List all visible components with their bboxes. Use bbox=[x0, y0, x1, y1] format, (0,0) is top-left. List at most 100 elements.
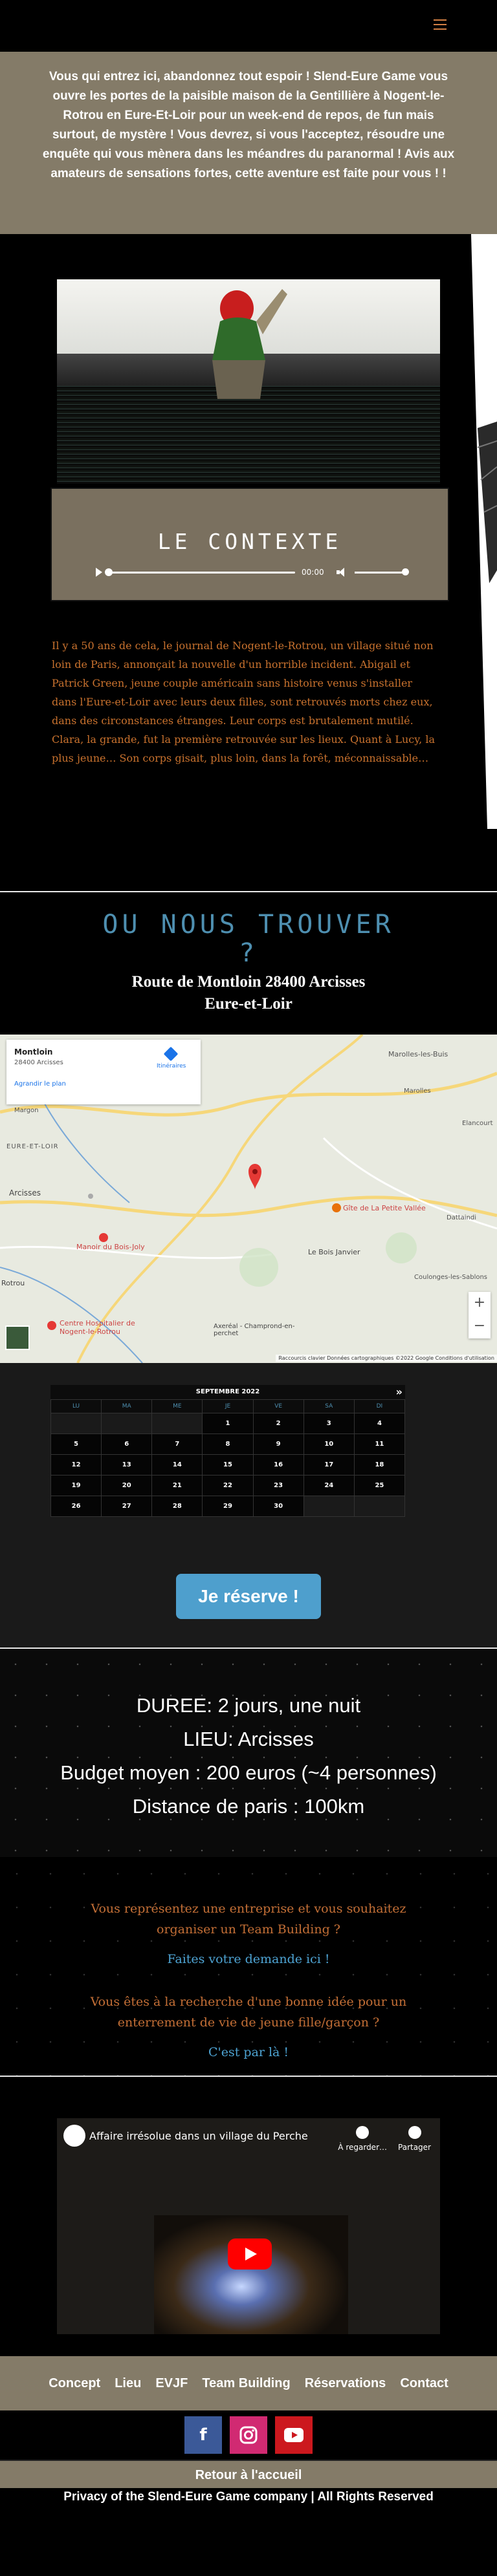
channel-logo-icon[interactable] bbox=[63, 2125, 85, 2147]
map-label-marolles: Marolles-les-Buis bbox=[388, 1050, 448, 1058]
share-button[interactable]: Partager bbox=[398, 2126, 431, 2152]
calendar-day[interactable]: 27 bbox=[101, 1496, 153, 1517]
calendar-day[interactable]: 3 bbox=[303, 1413, 355, 1434]
volume-icon[interactable] bbox=[337, 568, 348, 577]
audio-progress-bar[interactable] bbox=[105, 568, 295, 576]
calendar-day[interactable]: 28 bbox=[151, 1496, 203, 1517]
facebook-icon[interactable]: f bbox=[184, 2416, 222, 2454]
zoom-out-button[interactable]: − bbox=[469, 1315, 491, 1338]
nav-concept[interactable]: Concept bbox=[49, 2376, 100, 2391]
instagram-icon[interactable] bbox=[230, 2416, 267, 2454]
calendar-grid: LU MA ME JE VE SA DI 1 2 3 4 5 6 7 8 9 1… bbox=[50, 1399, 406, 1517]
address-line2: Eure-et-Loir bbox=[204, 995, 293, 1013]
calendar-day[interactable]: 10 bbox=[303, 1433, 355, 1455]
calendar-day[interactable]: 17 bbox=[303, 1454, 355, 1476]
calendar-day[interactable]: 11 bbox=[353, 1433, 406, 1455]
youtube-embed[interactable]: Affaire irrésolue dans un village du Per… bbox=[57, 2118, 440, 2334]
calendar-day[interactable]: 2 bbox=[252, 1413, 304, 1434]
calendar-day[interactable]: 15 bbox=[202, 1454, 254, 1476]
volume-slider[interactable] bbox=[355, 568, 409, 575]
calendar-empty-cell bbox=[151, 1413, 203, 1434]
calendar-day[interactable]: 30 bbox=[252, 1496, 304, 1517]
address-line1: Route de Montloin 28400 Arcisses bbox=[131, 973, 366, 991]
video-thumbnail bbox=[154, 2215, 348, 2334]
location-section: OU NOUS TROUVER ? Route de Montloin 2840… bbox=[0, 892, 497, 1035]
calendar-day[interactable]: 14 bbox=[151, 1454, 203, 1476]
context-photo bbox=[57, 279, 440, 484]
offers-section: Vous représentez une entreprise et vous … bbox=[0, 1857, 497, 2076]
hamburger-icon[interactable] bbox=[434, 19, 447, 30]
audio-time: 00:00 bbox=[302, 568, 324, 577]
nav-evjf[interactable]: EVJF bbox=[155, 2376, 188, 2391]
calendar-day[interactable]: 19 bbox=[50, 1475, 102, 1496]
nav-contact[interactable]: Contact bbox=[400, 2376, 448, 2391]
team-building-text: Vous représentez une entreprise et vous … bbox=[91, 1902, 406, 1937]
map-label-eure-et-loir: EURE-ET-LOIR bbox=[6, 1143, 59, 1150]
nav-lieu[interactable]: Lieu bbox=[115, 2376, 141, 2391]
context-title: LE CONTEXTE bbox=[157, 529, 342, 554]
calendar-day[interactable]: 29 bbox=[202, 1496, 254, 1517]
map-label-manoir: Manoir du Bois-Joly bbox=[76, 1243, 145, 1251]
calendar-month: SEPTEMBRE 2022 bbox=[195, 1388, 260, 1395]
calendar-day[interactable]: 4 bbox=[353, 1413, 406, 1434]
calendar-day[interactable]: 26 bbox=[50, 1496, 102, 1517]
calendar-day[interactable]: 22 bbox=[202, 1475, 254, 1496]
map-label-bois-janvier: Le Bois Janvier bbox=[308, 1248, 360, 1256]
calendar-day[interactable]: 18 bbox=[353, 1454, 406, 1476]
team-building-link[interactable]: Faites votre demande ici ! bbox=[0, 1949, 497, 1970]
calendar-day[interactable]: 23 bbox=[252, 1475, 304, 1496]
location-title: OU NOUS TROUVER ? bbox=[0, 910, 497, 967]
context-section: LE CONTEXTE 00:00 Il y a 50 ans de cela,… bbox=[0, 234, 497, 891]
map-directions-label: Itinéraires bbox=[157, 1063, 186, 1069]
calendar-day[interactable]: 9 bbox=[252, 1433, 304, 1455]
intro-banner: Vous qui entrez ici, abandonnez tout esp… bbox=[0, 52, 497, 234]
watch-later-button[interactable]: À regarder… bbox=[338, 2126, 387, 2152]
google-map[interactable]: Montloin 28400 Arcisses Agrandir le plan… bbox=[0, 1035, 497, 1363]
weekday-label: DI bbox=[353, 1399, 406, 1413]
satellite-toggle[interactable] bbox=[5, 1326, 30, 1350]
calendar-day[interactable]: 13 bbox=[101, 1454, 153, 1476]
back-home-link[interactable]: Retour à l'accueil bbox=[0, 2460, 497, 2488]
play-icon[interactable] bbox=[96, 568, 102, 577]
intro-text: Vous qui entrez ici, abandonnez tout esp… bbox=[42, 70, 455, 180]
calendar-empty-cell bbox=[303, 1496, 355, 1517]
calendar-day[interactable]: 25 bbox=[353, 1475, 406, 1496]
youtube-icon[interactable] bbox=[275, 2416, 313, 2454]
calendar-day[interactable]: 5 bbox=[50, 1433, 102, 1455]
map-label-dattaindi: Dattaindi bbox=[447, 1214, 477, 1221]
weekday-label: JE bbox=[202, 1399, 254, 1413]
calendar-day[interactable]: 16 bbox=[252, 1454, 304, 1476]
weekday-label: ME bbox=[151, 1399, 203, 1413]
ghost-figure-image bbox=[212, 289, 287, 399]
reserve-button[interactable]: Je réserve ! bbox=[176, 1574, 321, 1619]
calendar-day[interactable]: 6 bbox=[101, 1433, 153, 1455]
calendar-header: SEPTEMBRE 2022 » bbox=[50, 1385, 405, 1399]
weekday-label: MA bbox=[101, 1399, 153, 1413]
video-section: Affaire irrésolue dans un village du Per… bbox=[0, 2076, 497, 2356]
calendar-day[interactable]: 7 bbox=[151, 1433, 203, 1455]
info-budget: Budget moyen : 200 euros (~4 personnes) bbox=[60, 1761, 437, 1784]
nav-reservations[interactable]: Réservations bbox=[305, 2376, 386, 2391]
weekday-label: LU bbox=[50, 1399, 102, 1413]
calendar-day[interactable]: 12 bbox=[50, 1454, 102, 1476]
watch-later-label: À regarder… bbox=[338, 2143, 387, 2152]
nav-team-building[interactable]: Team Building bbox=[202, 2376, 290, 2391]
calendar-day[interactable]: 24 bbox=[303, 1475, 355, 1496]
map-directions-button[interactable]: Itinéraires bbox=[157, 1046, 186, 1069]
calendar-day[interactable]: 21 bbox=[151, 1475, 203, 1496]
map-enlarge-link[interactable]: Agrandir le plan bbox=[14, 1080, 193, 1088]
calendar-day[interactable]: 8 bbox=[202, 1433, 254, 1455]
map-label-axereal: Axeréal - Champrond-en-perchet bbox=[214, 1323, 295, 1337]
copyright: Privacy of the Slend-Eure Game company |… bbox=[0, 2488, 497, 2506]
directions-icon bbox=[163, 1046, 179, 1062]
calendar-next-button[interactable]: » bbox=[396, 1385, 403, 1399]
youtube-play-icon[interactable] bbox=[228, 2238, 272, 2270]
calendar-day[interactable]: 20 bbox=[101, 1475, 153, 1496]
weekday-label: VE bbox=[252, 1399, 304, 1413]
zoom-in-button[interactable]: + bbox=[469, 1292, 491, 1315]
decorative-mask-shape bbox=[471, 234, 497, 829]
map-label-arcisses: Arcisses bbox=[9, 1188, 41, 1197]
video-title[interactable]: Affaire irrésolue dans un village du Per… bbox=[89, 2130, 308, 2142]
calendar-day[interactable]: 1 bbox=[202, 1413, 254, 1434]
evjf-link[interactable]: C'est par là ! bbox=[0, 2042, 497, 2063]
